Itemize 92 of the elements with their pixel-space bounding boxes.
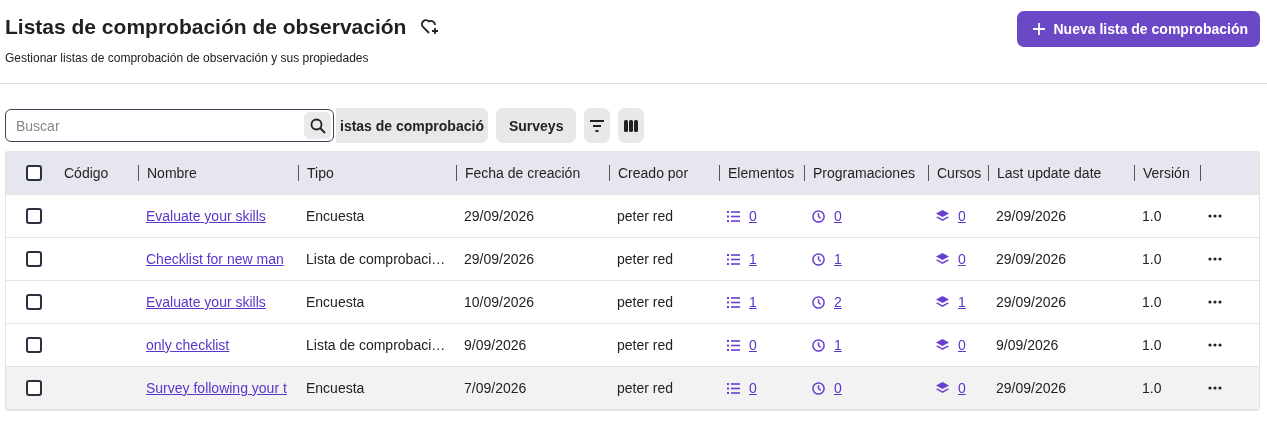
row-checkbox[interactable] [26, 251, 42, 267]
checklist-link[interactable]: Evaluate your skills [146, 294, 266, 310]
new-checklist-button[interactable]: Nueva lista de comprobación [1016, 11, 1260, 47]
column-header[interactable]: Código [64, 165, 109, 181]
columns-icon[interactable] [618, 108, 645, 143]
select-all-checkbox[interactable] [26, 165, 42, 181]
table-cell: 1.0 [1142, 251, 1162, 267]
count-link[interactable]: 0 [749, 208, 757, 224]
column-header[interactable]: Nombre [147, 165, 197, 181]
search-icon[interactable] [304, 112, 331, 139]
filter-icon[interactable] [584, 108, 611, 143]
row-checkbox[interactable] [26, 294, 42, 310]
list-icon [727, 296, 740, 308]
count-link[interactable]: 0 [958, 251, 966, 267]
count-link[interactable]: 1 [834, 251, 842, 267]
count-link[interactable]: 0 [958, 337, 966, 353]
plus-icon [1031, 22, 1046, 36]
count-link[interactable]: 1 [958, 294, 966, 310]
row-checkbox[interactable] [26, 380, 42, 396]
clock-icon [812, 252, 825, 266]
count-link[interactable]: 1 [749, 251, 757, 267]
column-header[interactable]: Tipo [307, 165, 334, 181]
list-icon [727, 210, 740, 222]
table-cell: 9/09/2026 [996, 337, 1059, 353]
column-header[interactable]: Programaciones [813, 165, 915, 181]
list-icon [727, 382, 740, 394]
count-link[interactable]: 0 [958, 380, 966, 396]
filter-chip[interactable]: Surveys [495, 108, 577, 143]
table-cell: 29/09/2026 [996, 294, 1067, 310]
row-checkbox[interactable] [26, 208, 42, 224]
list-icon [727, 339, 740, 351]
table-cell: 7/09/2026 [464, 380, 527, 396]
more-icon[interactable] [1208, 386, 1222, 390]
column-header[interactable]: Elementos [728, 165, 795, 181]
column-header[interactable]: Versión [1143, 165, 1190, 181]
clock-icon [812, 381, 825, 395]
layers-icon [936, 296, 949, 308]
table-cell: 29/09/2026 [464, 208, 535, 224]
table-cell: Encuesta [306, 208, 365, 224]
clock-icon [812, 209, 825, 223]
column-header[interactable]: Fecha de creación [465, 165, 581, 181]
count-link[interactable]: 0 [834, 208, 842, 224]
layers-icon [936, 210, 949, 222]
checklist-link[interactable]: Evaluate your skills [146, 208, 266, 224]
count-link[interactable]: 2 [834, 294, 842, 310]
table-cell: peter red [617, 251, 674, 267]
clock-icon [812, 295, 825, 309]
row-checkbox[interactable] [26, 337, 42, 353]
heart-plus-icon[interactable] [420, 18, 441, 36]
count-link[interactable]: 0 [749, 337, 757, 353]
table-cell: Encuesta [306, 380, 365, 396]
page-subtitle: Gestionar listas de comprobación de observación y sus propiedades [5, 51, 370, 65]
count-link[interactable]: 0 [834, 380, 842, 396]
column-header[interactable]: Last update date [997, 165, 1102, 181]
page-title: Listas de comprobación de observación [5, 15, 407, 39]
search-field[interactable]: Buscar [5, 109, 334, 142]
column-header[interactable]: Cursos [937, 165, 982, 181]
count-link[interactable]: 1 [749, 294, 757, 310]
count-link[interactable]: 0 [749, 380, 757, 396]
table-cell: 29/09/2026 [996, 380, 1067, 396]
list-icon [727, 253, 740, 265]
checklist-link[interactable]: only checklist [146, 337, 230, 353]
layers-icon [936, 253, 949, 265]
table-cell: 1.0 [1142, 337, 1162, 353]
table-cell: peter red [617, 337, 674, 353]
more-icon[interactable] [1208, 300, 1222, 304]
table-cell: Lista de comprobaci… [306, 251, 446, 267]
filter-chip[interactable]: istas de comprobació [336, 108, 488, 143]
layers-icon [936, 339, 949, 351]
table-cell: 1.0 [1142, 294, 1162, 310]
table-cell: 9/09/2026 [464, 337, 527, 353]
count-link[interactable]: 0 [958, 208, 966, 224]
table-cell: 1.0 [1142, 380, 1162, 396]
table-cell: 29/09/2026 [996, 208, 1067, 224]
more-icon[interactable] [1208, 214, 1222, 218]
clock-icon [812, 338, 825, 352]
table-cell: 29/09/2026 [464, 251, 535, 267]
more-icon[interactable] [1208, 343, 1222, 347]
table-cell: Encuesta [306, 294, 365, 310]
more-icon[interactable] [1208, 257, 1222, 261]
table-cell: 1.0 [1142, 208, 1162, 224]
table-cell: peter red [617, 294, 674, 310]
table-cell: 10/09/2026 [464, 294, 535, 310]
table-cell: peter red [617, 380, 674, 396]
table-cell: Lista de comprobaci… [306, 337, 446, 353]
count-link[interactable]: 1 [834, 337, 842, 353]
table-cell: peter red [617, 208, 674, 224]
table-cell: 29/09/2026 [996, 251, 1067, 267]
checklist-link[interactable]: Checklist for new man [146, 251, 284, 267]
layers-icon [936, 382, 949, 394]
checklist-link[interactable]: Survey following your t [146, 380, 287, 396]
column-header[interactable]: Creado por [618, 165, 689, 181]
